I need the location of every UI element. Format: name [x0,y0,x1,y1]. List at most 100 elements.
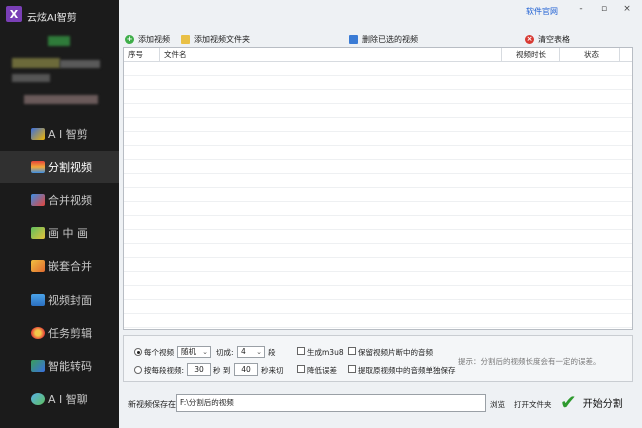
sidebar-item-label: 任务剪辑 [48,327,92,340]
official-site-link[interactable]: 软件官网 [526,6,558,17]
clear-icon: × [525,34,534,44]
start-split-label: 开始分割 [582,398,623,410]
delete-list-icon [349,34,358,44]
table-row [124,258,632,272]
cut-label: 切成: [216,348,234,357]
table-row [124,132,632,146]
column-header-duration[interactable]: 视频时长 [502,48,560,62]
merge-video-icon [31,194,45,206]
clear-table-label: 清空表格 [538,34,570,44]
add-folder-label: 添加视频文件夹 [194,34,250,44]
clear-table-button[interactable]: × 清空表格 [525,33,570,45]
seconds-cut-label: 秒来切 [261,366,284,375]
reduce-error-label: 降低误差 [307,366,337,375]
table-row [124,216,632,230]
sidebar-item-split-video[interactable]: 分割视频 [0,151,119,183]
close-button[interactable]: × [620,4,634,14]
split-video-icon [31,161,45,173]
sidebar-item-label: A I 智剪 [48,128,88,141]
sidebar-item-ai-chat[interactable]: A I 智聊 [0,383,119,415]
sidebar-item-merge-video[interactable]: 合并视频 [0,184,119,216]
minimize-button[interactable]: - [574,4,588,14]
user-avatar-blur [48,36,70,46]
task-edit-icon [31,327,45,339]
folder-icon [181,34,190,44]
per-segment-radio[interactable] [134,366,142,374]
user-info-blur [12,58,60,68]
user-info-blur-2 [60,60,100,68]
mode-select[interactable]: 随机 ⌄ [177,346,211,358]
table-row [124,90,632,104]
sidebar-item-nested-merge[interactable]: 嵌套合并 [0,250,119,282]
open-folder-button[interactable]: 打开文件夹 [514,399,552,410]
sidebar-item-label: 画 中 画 [48,227,88,240]
nested-merge-icon [31,260,45,272]
seconds-to-label: 秒 到 [213,366,231,375]
sidebar: X 云炫AI智剪 A I 智剪 分割视频 合并视频 画 中 画 嵌套合并 视频封… [0,0,119,428]
checkmark-icon: ✔ [560,390,577,414]
mode-value: 随机 [181,347,196,356]
chevron-down-icon: ⌄ [256,348,262,356]
delete-selected-button[interactable]: 删除已选的视频 [349,33,418,45]
add-video-button[interactable]: + 添加视频 [125,33,170,45]
transcode-icon [31,360,45,372]
save-path-input[interactable]: F:\分割后的视频 [176,394,486,412]
sidebar-item-picture-in-picture[interactable]: 画 中 画 [0,217,119,249]
reduce-error-checkbox[interactable] [297,365,305,373]
add-folder-button[interactable]: 添加视频文件夹 [181,33,250,45]
ai-chat-icon [31,393,45,405]
user-info-blur-4 [24,95,98,104]
per-video-label: 每个视频 [144,348,174,357]
column-header-index[interactable]: 序号 [124,48,160,62]
column-header-filename[interactable]: 文件名 [160,48,502,62]
table-row [124,314,632,328]
segments-label: 段 [268,348,276,357]
sidebar-item-label: 合并视频 [48,194,92,207]
sidebar-item-ai-cut[interactable]: A I 智剪 [0,118,119,150]
table-row [124,202,632,216]
picture-in-picture-icon [31,227,45,239]
app-logo-icon: X [6,6,22,22]
video-cover-icon [31,294,45,306]
browse-button[interactable]: 浏览 [490,399,505,410]
table-row [124,272,632,286]
sidebar-item-label: A I 智聊 [48,393,88,406]
table-row [124,188,632,202]
table-row [124,62,632,76]
from-seconds-input[interactable]: 30 [187,363,211,376]
sidebar-item-transcode[interactable]: 智能转码 [0,350,119,382]
per-video-radio[interactable] [134,348,142,356]
keep-audio-checkbox[interactable] [348,347,356,355]
table-row [124,160,632,174]
delete-selected-label: 删除已选的视频 [362,34,418,44]
generate-m3u8-checkbox[interactable] [297,347,305,355]
sidebar-item-label: 智能转码 [48,360,92,373]
sidebar-item-label: 分割视频 [48,161,92,174]
chevron-down-icon: ⌄ [202,348,208,356]
split-hint: 提示：分割后的视频长度会有一定的误差。 [458,357,601,366]
cut-count-select[interactable]: 4 ⌄ [237,346,265,358]
keep-audio-label: 保留视频片断中的音频 [358,348,433,357]
table-row [124,118,632,132]
extract-audio-checkbox[interactable] [348,365,356,373]
start-split-button[interactable]: ✔ 开始分割 [560,390,632,414]
table-row [124,230,632,244]
app-title: 云炫AI智剪 [27,13,77,24]
plus-icon: + [125,34,134,44]
per-segment-label: 按每段视频: [144,366,185,375]
table-row [124,174,632,188]
sidebar-item-task-edit[interactable]: 任务剪辑 [0,317,119,349]
table-row [124,300,632,314]
generate-m3u8-label: 生成m3u8 [307,348,344,357]
table-row [124,146,632,160]
add-video-label: 添加视频 [138,34,170,44]
to-seconds-input[interactable]: 40 [234,363,258,376]
sidebar-item-label: 嵌套合并 [48,260,92,273]
sidebar-item-video-cover[interactable]: 视频封面 [0,284,119,316]
table-row [124,286,632,300]
cut-count-value: 4 [241,347,246,356]
column-header-status[interactable]: 状态 [560,48,620,62]
sidebar-item-label: 视频封面 [48,294,92,307]
video-table[interactable]: 序号 文件名 视频时长 状态 [123,47,633,330]
maximize-button[interactable]: ▫ [597,4,611,14]
